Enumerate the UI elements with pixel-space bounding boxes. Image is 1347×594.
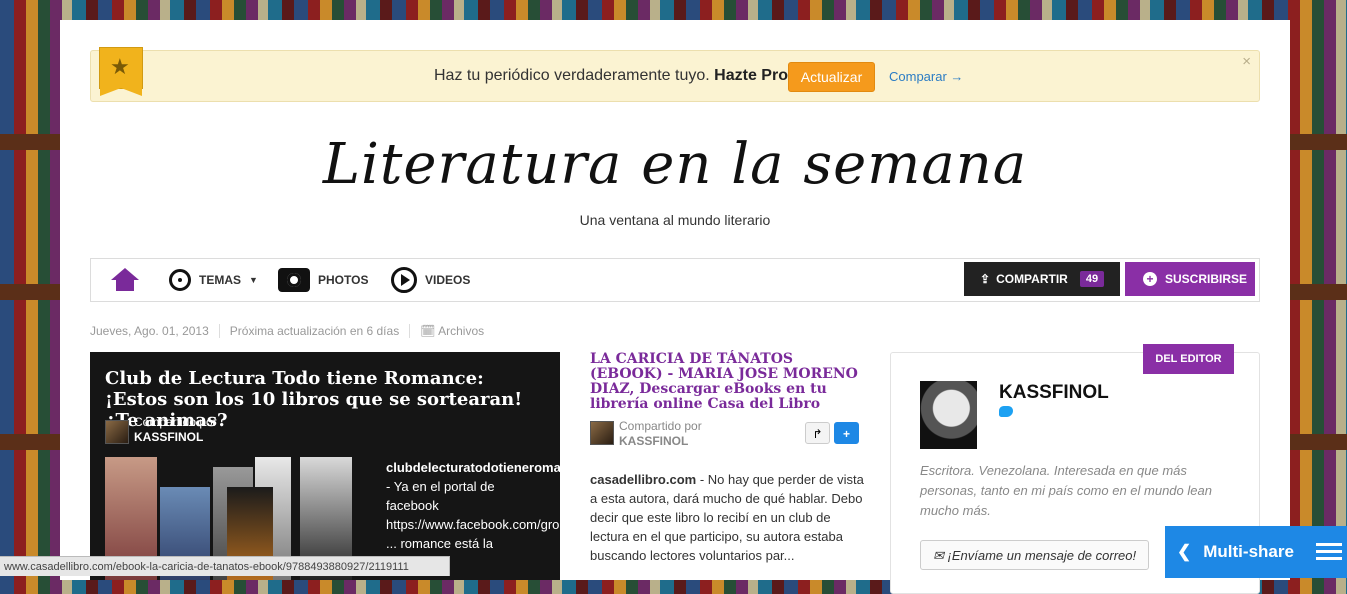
caret-down-icon: ▼ (249, 275, 258, 285)
compare-link[interactable]: Comparar → (889, 69, 963, 84)
nav-temas[interactable]: TEMAS ▼ (169, 259, 258, 301)
nav-videos-label: VIDEOS (425, 273, 471, 287)
play-icon (391, 267, 417, 293)
nav-temas-label: TEMAS (199, 273, 241, 287)
subscribe-button[interactable]: + SUSCRIBIRSE (1125, 262, 1255, 296)
menu-lines-icon (1315, 543, 1342, 561)
avatar (105, 420, 129, 444)
nav-photos-label: PHOTOS (318, 273, 369, 287)
shared-by-label: Compartido por (134, 415, 217, 429)
nav-photos[interactable]: PHOTOS (278, 259, 368, 301)
article-source[interactable]: casadellibro.com (590, 472, 696, 487)
plus-circle-icon: + (1143, 272, 1157, 286)
add-button[interactable]: + (834, 422, 859, 444)
target-icon (169, 269, 191, 291)
page-container: ★ Haz tu periódico verdaderamente tuyo. … (60, 20, 1290, 594)
editor-bio: Escritora. Venezolana. Interesada en que… (920, 463, 1212, 518)
multi-share-button[interactable]: ❮ Multi-share (1165, 526, 1347, 578)
upgrade-button[interactable]: Actualizar (788, 62, 875, 92)
avatar (590, 421, 614, 445)
camera-icon (278, 268, 310, 292)
home-icon (111, 268, 139, 292)
share-count-badge: 49 (1079, 271, 1105, 287)
edition-date: Jueves, Ago. 01, 2013 (90, 324, 209, 338)
article-excerpt: casadellibro.com - No hay que perder de … (590, 470, 866, 565)
pro-upgrade-banner: ★ Haz tu periódico verdaderamente tuyo. … (90, 47, 1260, 102)
featured-article-card[interactable]: Club de Lectura Todo tiene Romance: ¡Est… (90, 352, 672, 580)
shared-by-label: Compartido por (619, 419, 702, 433)
site-title[interactable]: Literatura en la semana (60, 132, 1290, 197)
star-ribbon-icon: ★ (99, 47, 143, 96)
promo-bold: Hazte Pro. (714, 67, 793, 84)
chevron-left-icon: ❮ (1177, 542, 1192, 561)
nav-videos[interactable]: VIDEOS (391, 259, 470, 301)
multi-share-label: Multi-share (1203, 542, 1294, 561)
archives-label: Archivos (438, 324, 485, 338)
article-title[interactable]: LA CARICIA DE TÁNATOS (EBOOK) - MARIA JO… (590, 352, 870, 412)
promo-message: Haz tu periódico verdaderamente tuyo. Ha… (434, 67, 792, 85)
twitter-icon[interactable] (999, 406, 1013, 417)
shared-by: Compartido por KASSFINOL (619, 419, 702, 449)
meta-line: Jueves, Ago. 01, 2013 Próxima actualizac… (90, 324, 504, 338)
subscribe-label: SUSCRIBIRSE (1165, 272, 1248, 286)
share-label: COMPARTIR (996, 272, 1068, 286)
editor-avatar[interactable] (920, 381, 977, 449)
browser-status-url: www.casadellibro.com/ebook-la-caricia-de… (0, 556, 450, 576)
site-subtitle: Una ventana al mundo literario (579, 212, 771, 228)
close-icon[interactable]: × (1242, 53, 1251, 70)
shared-by-user[interactable]: KASSFINOL (619, 434, 702, 449)
archives-link[interactable]: 🗓 Archivos (409, 324, 504, 338)
share-button[interactable]: ⇪ COMPARTIR 49 (964, 262, 1120, 296)
shared-by: Compartido por KASSFINOL (134, 415, 217, 445)
share-icon: ⇪ (980, 272, 991, 286)
editor-name[interactable]: KASSFINOL (999, 382, 1109, 404)
shared-by-user[interactable]: KASSFINOL (134, 430, 217, 445)
promo-text: Haz tu periódico verdaderamente tuyo. (434, 67, 710, 84)
email-editor-button[interactable]: ✉ ¡Envíame un mensaje de correo! (920, 540, 1149, 570)
featured-excerpt: clubdelecturatodotieneromance.blogspot.c… (386, 458, 672, 553)
editor-badge: DEL EDITOR (1143, 344, 1234, 374)
home-link[interactable] (111, 259, 139, 301)
email-editor-label: ¡Envíame un mensaje de correo! (947, 548, 1137, 563)
nav-bar: TEMAS ▼ PHOTOS VIDEOS ⇪ COMPARTIR 49 + S… (90, 258, 1260, 302)
next-update: Próxima actualización en 6 días (218, 324, 409, 338)
reshare-button[interactable]: ↱ (805, 422, 830, 444)
